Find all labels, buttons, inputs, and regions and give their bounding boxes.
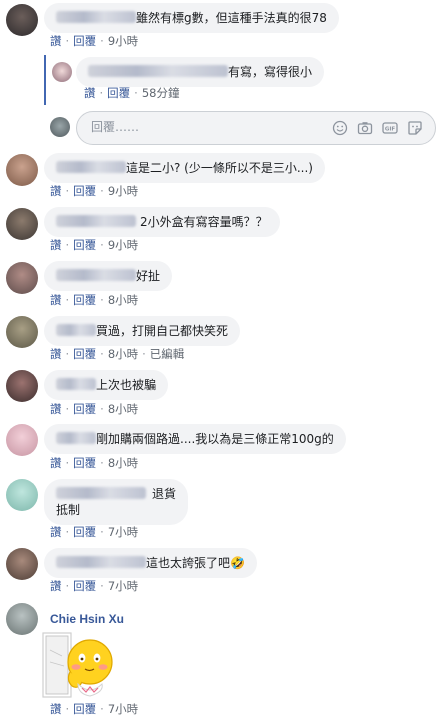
comment-text: 好扯 <box>136 269 161 283</box>
avatar[interactable] <box>6 603 38 635</box>
reply-link[interactable]: 回覆 <box>73 525 96 539</box>
like-link[interactable]: 讚 <box>50 347 62 361</box>
reply-input[interactable] <box>89 119 313 135</box>
sticker <box>42 632 114 698</box>
avatar[interactable] <box>6 479 38 511</box>
comment-bubble: 這也太誇張了吧🤣 <box>44 548 257 578</box>
comment-bubble: 2小外盒有寫容量嗎？？ <box>44 207 280 237</box>
like-link[interactable]: 讚 <box>50 456 62 470</box>
avatar[interactable] <box>6 208 38 240</box>
like-link[interactable]: 讚 <box>50 579 62 593</box>
timestamp[interactable]: 9小時 <box>108 184 138 198</box>
like-link[interactable]: 讚 <box>50 238 62 252</box>
comment-text: 這是二小? (少一條所以不是三小...) <box>126 161 313 175</box>
comment-bubble: 好扯 <box>44 261 173 291</box>
comment-bubble: 上次也被騙 <box>44 370 169 400</box>
like-link[interactable]: 讚 <box>50 293 62 307</box>
comment-text: 剛加購兩個路過....我以為是三條正常100g的 <box>96 432 334 446</box>
like-link[interactable]: 讚 <box>50 34 62 48</box>
timestamp[interactable]: 8小時 <box>108 456 138 470</box>
reply-link[interactable]: 回覆 <box>73 238 96 252</box>
comment-actions: 讚 · 回覆 · 9小時 <box>50 238 139 252</box>
avatar[interactable] <box>6 262 38 294</box>
reply-input-box[interactable]: GIF <box>76 111 436 145</box>
commenter-name[interactable]: Chie Hsin Xu <box>50 612 124 626</box>
comment-actions: 讚 · 回覆 · 8小時 <box>50 456 139 470</box>
reply-link[interactable]: 回覆 <box>73 293 96 307</box>
timestamp[interactable]: 9小時 <box>108 238 138 252</box>
blurred-name <box>56 324 96 336</box>
blurred-name <box>56 161 126 173</box>
reply-text: 有寫，寫得很小 <box>228 65 313 79</box>
comment-bubble: 買過，打開自己都快笑死 <box>44 316 241 346</box>
timestamp[interactable]: 8小時 <box>108 347 138 361</box>
comment-text: 這也太誇張了吧🤣 <box>146 556 245 570</box>
sticker-icon[interactable] <box>407 120 423 136</box>
avatar[interactable] <box>6 154 38 186</box>
comment-bubble: 這是二小? (少一條所以不是三小...) <box>44 153 325 183</box>
blurred-name <box>56 487 146 499</box>
comment-text: 雖然有標g數，但這種手法真的很78 <box>136 11 327 25</box>
current-user-avatar <box>50 117 70 137</box>
comment-actions: 讚 · 回覆 · 8小時 <box>50 402 139 416</box>
avatar[interactable] <box>6 548 38 580</box>
avatar[interactable] <box>6 316 38 348</box>
avatar[interactable] <box>6 370 38 402</box>
comment-text: 2小外盒有寫容量嗎？？ <box>140 215 268 229</box>
comment-actions: 讚 · 回覆 · 8小時 <box>50 293 139 307</box>
comment-actions: 讚 · 回覆 · 8小時 · 已編輯 <box>50 347 185 361</box>
like-link[interactable]: 讚 <box>50 525 62 539</box>
timestamp[interactable]: 8小時 <box>108 293 138 307</box>
timestamp[interactable]: 9小時 <box>108 34 138 48</box>
blurred-name <box>88 65 228 77</box>
svg-text:GIF: GIF <box>385 127 396 133</box>
comment-text: 買過，打開自己都快笑死 <box>96 324 229 338</box>
comment-text-line2: 抵制 <box>56 503 81 517</box>
comment-actions: 讚 · 回覆 · 7小時 <box>50 702 139 716</box>
comment-actions: 讚 · 回覆 · 9小時 <box>50 34 139 48</box>
reply-bubble: 有寫，寫得很小 <box>76 57 325 87</box>
reply-link[interactable]: 回覆 <box>73 347 96 361</box>
like-link[interactable]: 讚 <box>50 184 62 198</box>
gif-icon[interactable]: GIF <box>382 120 398 136</box>
reply-link[interactable]: 回覆 <box>73 34 96 48</box>
avatar[interactable] <box>52 62 72 82</box>
comment-text: 上次也被騙 <box>96 378 157 392</box>
timestamp[interactable]: 58分鐘 <box>142 86 180 100</box>
reply-link[interactable]: 回覆 <box>73 402 96 416</box>
reply-link[interactable]: 回覆 <box>73 184 96 198</box>
blurred-name <box>56 11 136 23</box>
blurred-name <box>56 556 146 568</box>
comment-bubble: 退貨 抵制 <box>44 479 189 525</box>
reply-thread-line <box>44 55 46 105</box>
reply-actions: 讚 · 回覆 · 58分鐘 <box>84 86 180 100</box>
avatar[interactable] <box>6 424 38 456</box>
blurred-name <box>56 378 96 390</box>
like-link[interactable]: 讚 <box>84 86 96 100</box>
camera-icon[interactable] <box>357 120 373 136</box>
comment-bubble: 剛加購兩個路過....我以為是三條正常100g的 <box>44 424 346 454</box>
comment-actions: 讚 · 回覆 · 7小時 <box>50 525 139 539</box>
like-link[interactable]: 讚 <box>50 402 62 416</box>
comment-actions: 讚 · 回覆 · 9小時 <box>50 184 139 198</box>
edited-label[interactable]: 已編輯 <box>150 347 185 361</box>
reply-link[interactable]: 回覆 <box>73 456 96 470</box>
reply-link[interactable]: 回覆 <box>73 702 96 716</box>
timestamp[interactable]: 7小時 <box>108 702 138 716</box>
reply-link[interactable]: 回覆 <box>107 86 130 100</box>
avatar[interactable] <box>6 4 38 36</box>
blurred-name <box>56 215 136 227</box>
comment-actions: 讚 · 回覆 · 7小時 <box>50 579 139 593</box>
blurred-name <box>56 269 136 281</box>
emoji-icon[interactable] <box>332 120 348 136</box>
timestamp[interactable]: 7小時 <box>108 525 138 539</box>
timestamp[interactable]: 7小時 <box>108 579 138 593</box>
sticker-image <box>42 632 113 698</box>
reply-link[interactable]: 回覆 <box>73 579 96 593</box>
timestamp[interactable]: 8小時 <box>108 402 138 416</box>
comment-text: 退貨 <box>152 487 177 501</box>
comment-bubble: 雖然有標g數，但這種手法真的很78 <box>44 3 339 33</box>
blurred-name <box>56 432 96 444</box>
like-link[interactable]: 讚 <box>50 702 62 716</box>
